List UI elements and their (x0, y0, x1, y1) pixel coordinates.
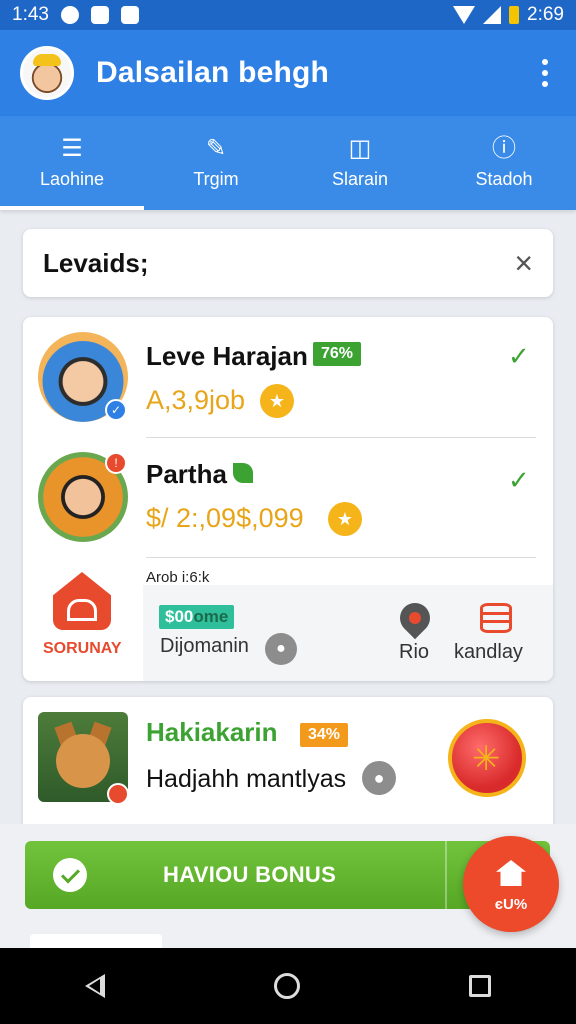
status-bar: 1:43 2:69 (0, 0, 576, 30)
percent-badge: 76% (313, 342, 362, 366)
home-icon (496, 860, 526, 886)
alert-icon: ! (105, 452, 127, 474)
app-bar: Dalsailan behgh (0, 30, 576, 116)
signal-icon (483, 6, 502, 24)
user-badge-icon: ● (362, 761, 396, 795)
info-strip (143, 585, 553, 681)
system-nav-bar (0, 948, 576, 1024)
check-circle-icon (53, 858, 87, 892)
divider (146, 557, 536, 558)
amount-pill: $00ome (159, 605, 235, 629)
alert-icon (107, 783, 129, 805)
button-divider (445, 841, 447, 909)
more-options-icon[interactable] (534, 51, 556, 95)
download-icon (90, 6, 109, 24)
tab-label: Slarain (331, 168, 389, 189)
recents-icon[interactable] (469, 975, 492, 997)
leaf-icon (233, 463, 253, 483)
battery-icon (509, 6, 520, 24)
wifi-icon (453, 6, 476, 24)
home-circle-icon[interactable] (273, 973, 300, 999)
database-label: kandlay (454, 641, 523, 663)
section-label: Arob i:6:k (146, 569, 210, 586)
list-item[interactable]: ! Partha ✓ (23, 437, 553, 557)
tab-slarain[interactable]: ◫ Slarain (288, 116, 432, 210)
tab-stadoh[interactable]: ⓘ Stadoh (432, 116, 576, 210)
user-list-card: ✓ Leve Harajan 76% A,3,9job ★ ✓ ! Partha… (23, 317, 553, 681)
app-title: Dalsailan behgh (96, 56, 330, 89)
check-icon[interactable]: ✓ (508, 465, 530, 496)
database-icon[interactable] (480, 603, 512, 633)
star-badge-icon: ★ (260, 384, 294, 418)
tab-label: Stadoh (475, 168, 533, 189)
tab-trgim[interactable]: ✎ Trgim (144, 116, 288, 210)
tab-label: Laohine (39, 168, 105, 189)
search-field[interactable]: Levaids; × (23, 229, 553, 297)
user-name: Partha (146, 459, 227, 489)
notification-icon (60, 6, 79, 24)
profile-avatar[interactable] (20, 46, 74, 100)
search-input[interactable]: Levaids; (43, 248, 149, 279)
tab-label: Trgim (193, 168, 239, 189)
close-icon[interactable]: × (514, 247, 533, 279)
verified-icon: ✓ (105, 399, 127, 421)
bonus-label: HAVIOU BONUS (163, 862, 337, 887)
offer-title: Hakiakarin (146, 717, 278, 747)
status-time-left: 1:43 (12, 4, 49, 25)
user-amount: A,3,9job (146, 385, 246, 415)
headset-icon (67, 599, 97, 621)
status-time-right: 2:69 (527, 4, 564, 25)
message-icon (120, 6, 139, 24)
user-badge-icon: ● (265, 633, 297, 665)
star-badge-icon: ★ (328, 502, 362, 536)
pill-value: $00 (165, 607, 194, 626)
offer-subtitle: Hadjahh mantlyas (146, 765, 347, 793)
user-name: Leve Harajan (146, 341, 308, 371)
list-item[interactable]: ✓ Leve Harajan 76% A,3,9job ★ ✓ (23, 317, 553, 437)
tab-laohine[interactable]: ☰ Laohine (0, 116, 144, 210)
percent-badge: 34% (300, 723, 349, 747)
offer-card[interactable]: Hakiakarin 34% Hadjahh mantlyas ● ✳ (23, 697, 553, 832)
location-label: Rio (399, 641, 430, 663)
star-icon: ✳ (472, 740, 501, 778)
cap-icon: ◫ (348, 134, 372, 162)
pill-suffix: ome (193, 607, 229, 626)
home-fab-button[interactable]: єU% (463, 836, 559, 932)
back-icon[interactable] (84, 974, 105, 998)
info-icon: ⓘ (492, 134, 516, 162)
next-card-peek (30, 934, 162, 948)
tab-bar: ☰ Laohine ✎ Trgim ◫ Slarain ⓘ Stadoh (0, 116, 576, 210)
brand-label: SORUNAY (43, 640, 122, 657)
user-amount: $/ 2:,09$,099 (146, 503, 304, 533)
check-icon[interactable]: ✓ (508, 341, 530, 372)
edit-icon: ✎ (205, 134, 227, 162)
sub-label: Dijomanin (160, 635, 249, 657)
list-icon: ☰ (61, 134, 83, 162)
fab-label: єU% (494, 896, 528, 913)
